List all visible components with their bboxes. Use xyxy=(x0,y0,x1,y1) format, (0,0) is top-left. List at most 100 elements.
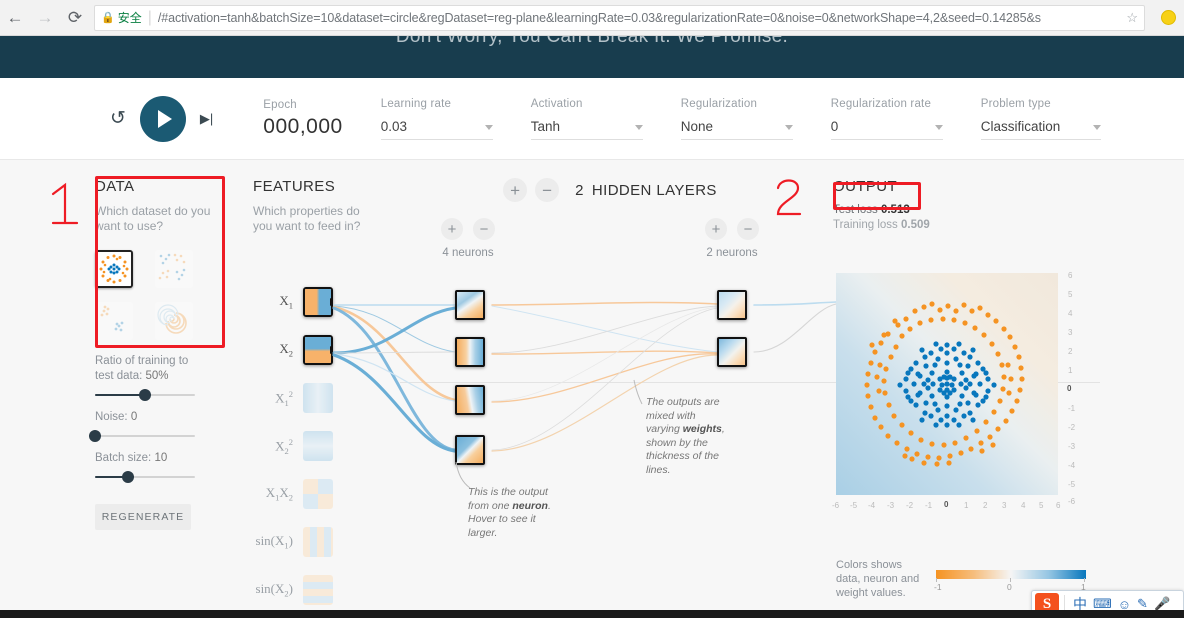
data-panel-title: DATA xyxy=(95,178,135,195)
neuron-l2-n2[interactable] xyxy=(717,337,747,367)
output-panel: OUTPUT Test loss 0.513 Training loss 0.5… xyxy=(833,178,1083,231)
feature-thumb-sinx2 xyxy=(303,575,333,605)
regenerate-button[interactable]: REGENERATE xyxy=(95,504,191,530)
reset-icon[interactable]: ↺ xyxy=(110,107,126,130)
training-loss: Training loss 0.509 xyxy=(833,219,1083,231)
dataset-gaussian[interactable] xyxy=(95,302,133,340)
regularization-select[interactable]: None xyxy=(680,119,793,140)
y-tick: 3 xyxy=(1068,328,1073,337)
learning-rate-select[interactable]: 0.03 xyxy=(380,119,493,140)
step-forward-icon[interactable]: ▶| xyxy=(200,111,213,127)
regularization-rate-control: Regularization rate 0 xyxy=(830,97,943,140)
dataset-spiral[interactable] xyxy=(155,302,193,340)
learning-rate-control: Learning rate 0.03 xyxy=(380,97,493,140)
dataset-exclusive-or[interactable] xyxy=(155,250,193,288)
output-panel-title: OUTPUT xyxy=(833,178,898,195)
divider: | xyxy=(147,8,152,26)
legend-tick: 0 xyxy=(1007,582,1012,592)
bookmark-star-icon[interactable]: ☆ xyxy=(1126,10,1138,26)
neuron-l1-n3[interactable] xyxy=(455,385,485,415)
extension-icon[interactable] xyxy=(1161,10,1176,25)
play-button[interactable] xyxy=(139,95,186,142)
feature-row-x1[interactable]: X1 xyxy=(253,278,373,326)
reload-icon[interactable]: ⟳ xyxy=(60,3,90,33)
feature-port-icon xyxy=(330,346,331,354)
feature-thumb-x1 xyxy=(303,287,333,317)
hidden-layers-label: HIDDEN LAYERS xyxy=(591,181,717,199)
remove-layer-button[interactable]: − xyxy=(535,178,560,202)
noise-knob[interactable] xyxy=(89,430,101,442)
features-panel-subtitle: Which properties do you want to feed in? xyxy=(253,204,361,233)
y-tick: 1 xyxy=(1068,366,1073,375)
y-tick: -6 xyxy=(1068,497,1076,506)
feature-row-x1sq[interactable]: X12 xyxy=(253,374,373,422)
callout-weights-b: weights xyxy=(682,423,722,435)
batch-knob[interactable] xyxy=(122,471,134,483)
feature-row-x2sq[interactable]: X22 xyxy=(253,422,373,470)
circle-dataset-thumb xyxy=(97,252,131,286)
feature-label: X2 xyxy=(279,341,293,359)
batch-label-text: Batch size: xyxy=(95,452,152,464)
batch-size-slider: Batch size: 10 xyxy=(95,451,195,483)
train-test-ratio-slider: Ratio of training to test data: 50% xyxy=(95,354,195,401)
activation-select[interactable]: Tanh xyxy=(530,119,643,140)
forward-arrow-icon[interactable]: → xyxy=(30,3,60,33)
epoch-value: 000,000 xyxy=(263,114,343,138)
regularization-rate-select[interactable]: 0 xyxy=(830,118,943,140)
feature-row-sinx2[interactable]: sin(X2) xyxy=(253,566,373,614)
neuron-l2-n1[interactable] xyxy=(717,290,747,320)
noise-track[interactable] xyxy=(89,430,195,442)
batch-label: Batch size: 10 xyxy=(95,451,195,466)
learning-rate-label: Learning rate xyxy=(380,97,452,110)
output-scatter-plot xyxy=(836,273,1058,495)
back-arrow-icon[interactable]: ← xyxy=(0,3,30,33)
dataset-circle[interactable] xyxy=(95,250,133,288)
chevron-down-icon xyxy=(1092,124,1101,130)
feature-row-x1x2[interactable]: X1X2 xyxy=(253,470,373,518)
ratio-label: Ratio of training to test data: 50% xyxy=(95,354,195,384)
problem-type-select[interactable]: Classification xyxy=(980,119,1101,140)
batch-value: 10 xyxy=(154,452,168,464)
feature-row-sinx1[interactable]: sin(X1) xyxy=(253,518,373,566)
y-tick: 2 xyxy=(1068,347,1073,356)
neuron-l1-n2[interactable] xyxy=(455,337,485,367)
add-neuron-button-layer2[interactable]: + xyxy=(705,218,727,240)
y-tick: -1 xyxy=(1068,404,1076,413)
x-tick: -5 xyxy=(850,501,858,510)
callout-weights-text: The outputs are mixed with varying weigh… xyxy=(646,396,732,477)
neuron-l1-n1[interactable] xyxy=(455,290,485,320)
ratio-value: 50% xyxy=(145,370,169,382)
add-neuron-button-layer1[interactable]: + xyxy=(441,218,463,240)
activation-control: Activation Tanh xyxy=(530,98,643,140)
browser-toolbar: ← → ⟳ 🔒 安全 | /#activation=tanh&batchSize… xyxy=(0,0,1184,36)
x-tick: 2 xyxy=(983,501,988,510)
y-tick-zero: 0 xyxy=(1067,384,1072,393)
add-layer-button[interactable]: + xyxy=(503,178,528,202)
x-tick: -3 xyxy=(887,501,895,510)
callout-neuron-b: neuron xyxy=(512,499,548,512)
output-heatmap[interactable] xyxy=(836,273,1058,495)
neuron-l1-n4[interactable] xyxy=(455,435,485,465)
batch-track[interactable] xyxy=(95,471,195,483)
ratio-label-text: Ratio of training to test data: xyxy=(95,355,189,382)
data-panel-subtitle: Which dataset do you want to use? xyxy=(95,204,211,233)
address-bar[interactable]: 🔒 安全 | /#activation=tanh&batchSize=10&da… xyxy=(94,4,1145,31)
y-tick: -5 xyxy=(1068,480,1076,489)
play-icon xyxy=(157,109,172,128)
legend-colorbar xyxy=(936,570,1086,579)
ratio-track[interactable] xyxy=(95,389,195,401)
ratio-knob[interactable] xyxy=(139,389,151,401)
noise-label: Noise: 0 xyxy=(95,410,195,425)
feature-row-x2[interactable]: X2 xyxy=(253,326,373,374)
regularization-rate-value: 0 xyxy=(830,118,839,134)
feature-list: X1 X2 X12 X22 X1X2 sin(X1) sin(X2) xyxy=(253,278,373,614)
x-tick: -6 xyxy=(832,501,840,510)
remove-neuron-button-layer2[interactable]: − xyxy=(737,218,759,240)
feature-label: X1 xyxy=(279,293,293,311)
regularization-rate-label: Regularization rate xyxy=(830,97,932,110)
problem-type-label: Problem type xyxy=(980,97,1051,110)
feature-label: X1X2 xyxy=(265,485,293,503)
remove-neuron-button-layer1[interactable]: − xyxy=(473,218,495,240)
url-text: /#activation=tanh&batchSize=10&dataset=c… xyxy=(157,10,1041,25)
test-loss-label: Test loss xyxy=(833,204,878,216)
